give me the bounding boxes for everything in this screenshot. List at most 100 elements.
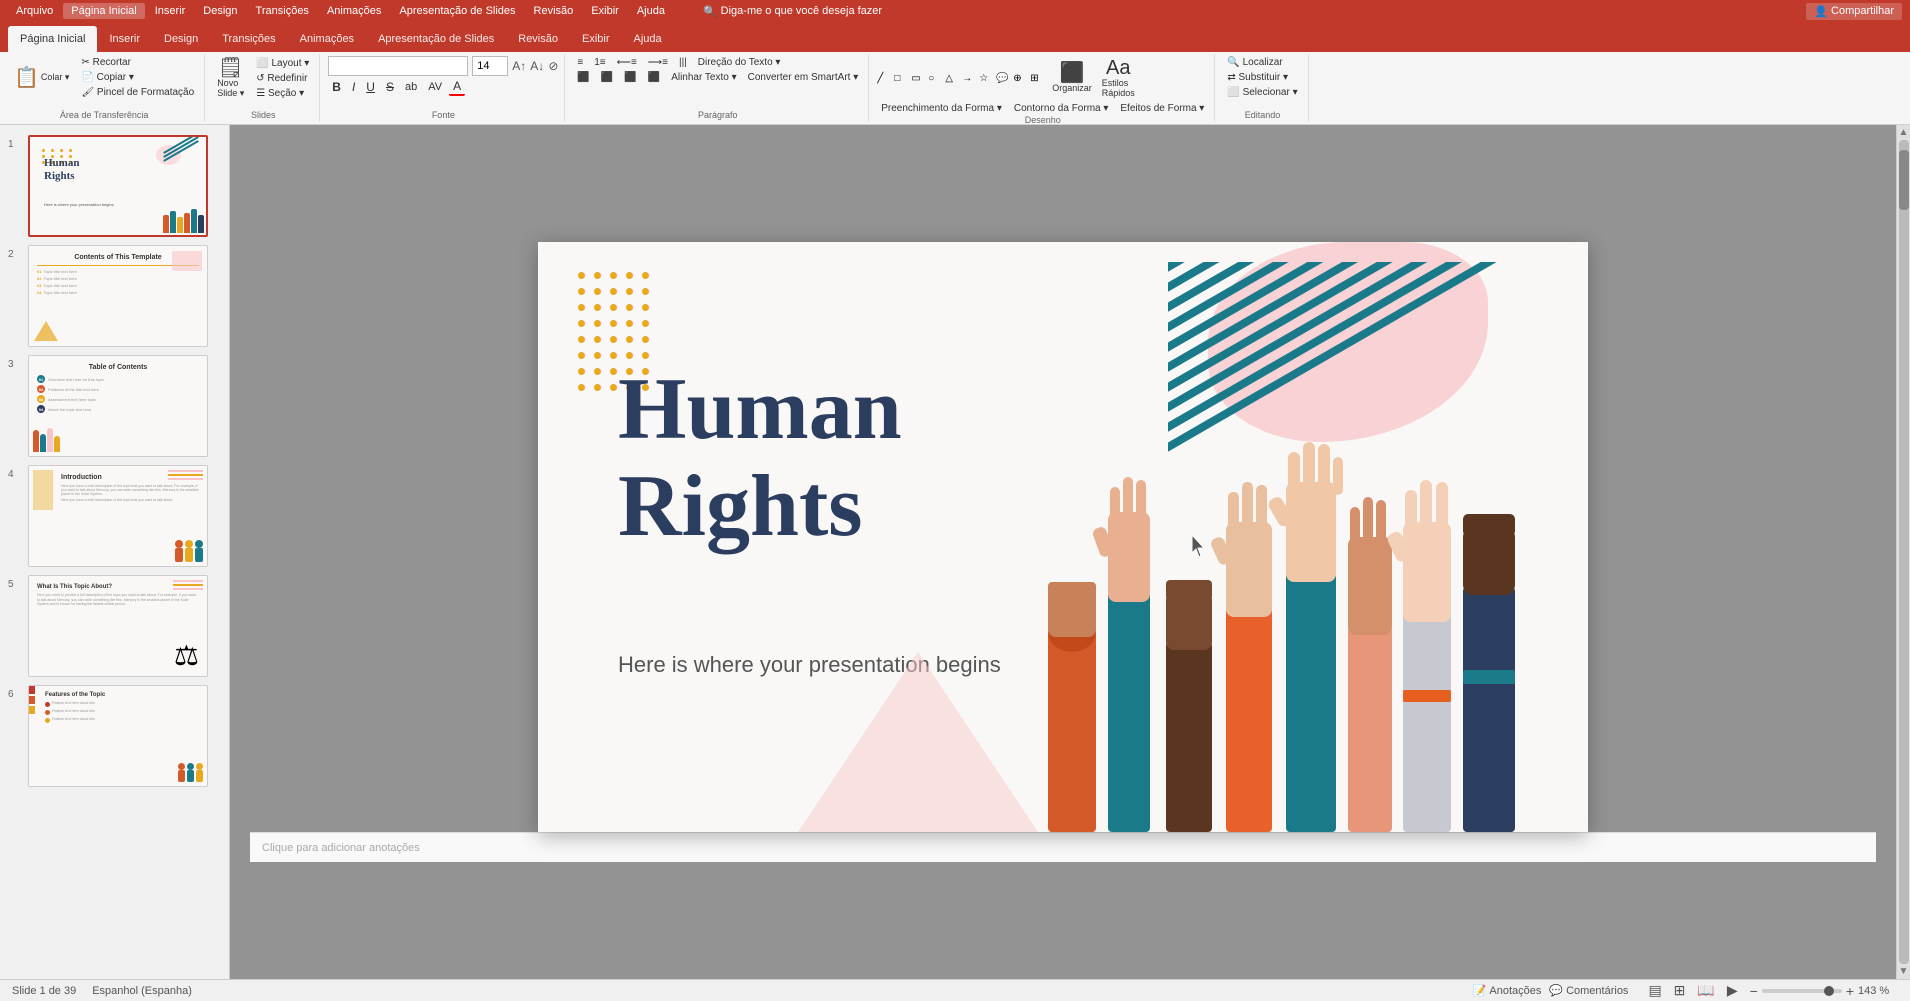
align-left-button[interactable]: ⬛: [573, 71, 593, 84]
shape-extra[interactable]: ⊞: [1030, 73, 1046, 84]
increase-indent-button[interactable]: ⟶≡: [644, 56, 672, 69]
slide-thumb-2[interactable]: 2 Contents of This Template 01Topic titl…: [0, 243, 229, 349]
menu-apresentacao[interactable]: Apresentação de Slides: [391, 3, 523, 19]
tab-inserir[interactable]: Inserir: [97, 26, 152, 52]
font-name-input[interactable]: [328, 56, 468, 76]
slide-thumb-1[interactable]: 1 HumanRights Here is where you: [0, 133, 229, 239]
shape-arrow[interactable]: →: [962, 73, 978, 84]
new-slide-button[interactable]: 🗒 NovoSlide ▾: [213, 56, 248, 101]
slide-thumb-6[interactable]: 6 Features of the Topic Feature text her…: [0, 683, 229, 789]
menu-animacoes[interactable]: Animações: [319, 3, 389, 19]
scroll-thumb[interactable]: [1899, 140, 1909, 964]
paste-button[interactable]: 📋 Colar ▾: [10, 66, 73, 90]
shape-rounded[interactable]: ▭: [911, 73, 927, 84]
italic-button[interactable]: I: [348, 79, 359, 95]
reset-button[interactable]: ↺ Redefinir: [252, 72, 313, 85]
columns-button[interactable]: |||: [675, 56, 691, 69]
menu-exibir[interactable]: Exibir: [583, 3, 627, 19]
menu-inserir[interactable]: Inserir: [147, 3, 194, 19]
tab-transicoes[interactable]: Transições: [210, 26, 287, 52]
effects-button[interactable]: Efeitos de Forma ▾: [1116, 102, 1208, 115]
bold-button[interactable]: B: [328, 79, 345, 95]
align-right-button[interactable]: ⬛: [620, 71, 640, 84]
format-painter-button[interactable]: 🖌 Pincel de Formatação: [77, 86, 198, 99]
tab-animacoes[interactable]: Animações: [288, 26, 366, 52]
shape-callout[interactable]: 💬: [996, 73, 1012, 84]
slide-thumb-4[interactable]: 4 Introduction Here you have a brief des…: [0, 463, 229, 569]
font-color-button[interactable]: A: [449, 78, 465, 96]
slide-preview-1: HumanRights Here is where your presentat…: [28, 135, 208, 237]
quick-styles-button[interactable]: Aa EstilosRápidos: [1098, 56, 1139, 100]
reading-view-btn[interactable]: 📖: [1693, 981, 1718, 1000]
comments-toggle[interactable]: 💬 Comentários: [1549, 984, 1628, 997]
tab-exibir[interactable]: Exibir: [570, 26, 622, 52]
font-increase-btn[interactable]: A↑: [512, 59, 526, 73]
shape-rect[interactable]: □: [894, 73, 910, 84]
presenter-view-btn[interactable]: ▶: [1723, 981, 1742, 1000]
numbering-button[interactable]: 1≡: [590, 56, 609, 69]
align-text-button[interactable]: Alinhar Texto ▾: [667, 71, 740, 84]
main-slide[interactable]: Human Rights Here is where your presenta…: [538, 242, 1588, 832]
cut-button[interactable]: ✂ Recortar: [77, 56, 198, 69]
font-size-input[interactable]: [472, 56, 508, 76]
share-button[interactable]: 👤 Compartilhar: [1806, 3, 1902, 20]
normal-view-btn[interactable]: ▤: [1644, 981, 1665, 1000]
menu-search[interactable]: 🔍 Diga-me o que você deseja fazer: [695, 3, 890, 20]
copy-button[interactable]: 📄 Copiar ▾: [77, 71, 198, 84]
slide-sorter-btn[interactable]: ⊞: [1670, 981, 1690, 1000]
slide-title[interactable]: Human Rights: [618, 362, 902, 556]
zoom-in-btn[interactable]: +: [1846, 983, 1854, 999]
replace-button[interactable]: ⇄ Substituir ▾: [1223, 71, 1301, 84]
shape-circle[interactable]: ○: [928, 73, 944, 84]
arrange-button[interactable]: ⬛ Organizar: [1048, 61, 1096, 95]
menu-ajuda[interactable]: Ajuda: [629, 3, 673, 19]
shape-line[interactable]: ╱: [877, 73, 893, 84]
tab-pagina-inicial[interactable]: Página Inicial: [8, 26, 97, 52]
text-direction-button[interactable]: Direção do Texto ▾: [694, 56, 785, 69]
decrease-indent-button[interactable]: ⟵≡: [613, 56, 641, 69]
shape-tri[interactable]: △: [945, 73, 961, 84]
tab-revisao[interactable]: Revisão: [506, 26, 570, 52]
clear-format-btn[interactable]: ⊘: [548, 59, 558, 73]
slide-preview-6: Features of the Topic Feature text here …: [28, 685, 208, 787]
smartart-button[interactable]: Converter em SmartArt ▾: [744, 71, 863, 84]
outline-button[interactable]: Contorno da Forma ▾: [1010, 102, 1113, 115]
font-decrease-btn[interactable]: A↓: [530, 59, 544, 73]
zoom-slider[interactable]: [1762, 989, 1842, 993]
shadow-button[interactable]: ab: [401, 80, 421, 94]
select-button[interactable]: ⬜ Selecionar ▾: [1223, 86, 1301, 99]
menu-design[interactable]: Design: [195, 3, 245, 19]
menu-transicoes[interactable]: Transições: [248, 3, 317, 19]
scroll-down-btn[interactable]: ▼: [1899, 966, 1909, 977]
bullets-button[interactable]: ≡: [573, 56, 587, 69]
fill-button[interactable]: Preenchimento da Forma ▾: [877, 102, 1006, 115]
section-button[interactable]: ☰ Seção ▾: [252, 87, 313, 100]
menu-revisao[interactable]: Revisão: [526, 3, 582, 19]
scroll-up-btn[interactable]: ▲: [1899, 127, 1909, 138]
canvas-area[interactable]: Human Rights Here is where your presenta…: [230, 125, 1896, 979]
menu-arquivo[interactable]: Arquivo: [8, 3, 61, 19]
slide-panel[interactable]: 1 HumanRights Here is where you: [0, 125, 230, 979]
align-center-button[interactable]: ⬛: [597, 71, 617, 84]
spacing-button[interactable]: AV: [424, 80, 446, 94]
right-scrollbar[interactable]: ▲ ▼: [1896, 125, 1910, 979]
shape-star[interactable]: ☆: [979, 73, 995, 84]
tab-design[interactable]: Design: [152, 26, 210, 52]
clipboard-buttons: 📋 Colar ▾ ✂ Recortar 📄 Copiar ▾ 🖌 Pincel…: [10, 56, 198, 99]
find-button[interactable]: 🔍 Localizar: [1223, 56, 1301, 69]
menu-pagina-inicial[interactable]: Página Inicial: [63, 3, 144, 19]
notes-area[interactable]: Clique para adicionar anotações: [250, 832, 1876, 862]
slide-thumb-5[interactable]: 5 What Is This Topic About? Here you nee…: [0, 573, 229, 679]
tab-apresentacao[interactable]: Apresentação de Slides: [366, 26, 506, 52]
slide-title-line1: Human: [618, 361, 902, 458]
main-area: 1 HumanRights Here is where you: [0, 125, 1910, 979]
zoom-out-btn[interactable]: −: [1750, 983, 1758, 999]
shape-more[interactable]: ⊕: [1013, 73, 1029, 84]
underline-button[interactable]: U: [362, 79, 379, 95]
slide-thumb-3[interactable]: 3 Table of Contents 01 Overview text her…: [0, 353, 229, 459]
tab-ajuda[interactable]: Ajuda: [622, 26, 674, 52]
strikethrough-button[interactable]: S: [382, 79, 398, 95]
notes-toggle[interactable]: 📝 Anotações: [1473, 984, 1542, 997]
justify-button[interactable]: ⬛: [644, 71, 664, 84]
layout-button[interactable]: ⬜ Layout ▾: [252, 57, 313, 70]
